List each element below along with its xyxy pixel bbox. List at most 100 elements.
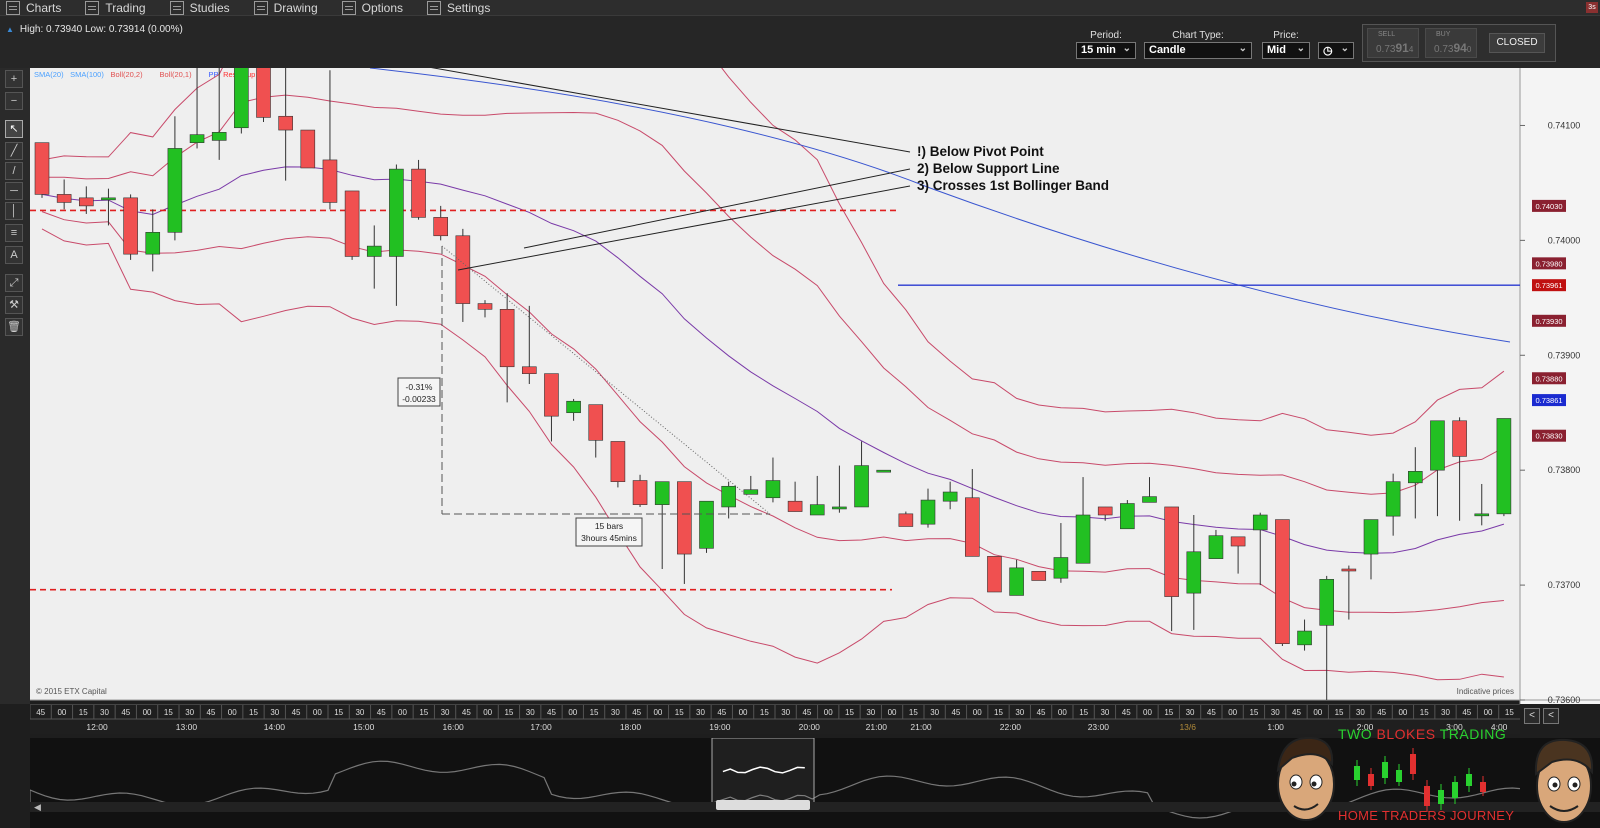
candle-body (1120, 503, 1135, 530)
corner-badge[interactable]: 3s (1586, 2, 1598, 13)
trade-panel: SELL 0.73914 BUY 0.73940 CLOSED (1362, 24, 1556, 62)
chart-type-select[interactable]: Candle ⌄ (1144, 42, 1252, 59)
menu-label: Drawing (273, 0, 318, 15)
trendline-icon[interactable]: ╱ (5, 142, 23, 160)
menu-label: Charts (26, 0, 62, 15)
candle-body (1252, 514, 1268, 531)
candle-body (743, 489, 759, 495)
chart-canvas[interactable]: 0.74100 0.74000 0.73900 0.73800 0.73700 0.736… (30, 68, 1600, 704)
time-minor-label: 00 (57, 708, 66, 717)
menu-studies[interactable]: Studies (164, 0, 230, 16)
buy-price-big: 94 (1453, 41, 1467, 55)
candle-body (765, 480, 781, 499)
logo-mini-candles (1354, 748, 1486, 812)
vline-icon[interactable]: │ (5, 202, 23, 220)
price-tag-label: 0.73861 (1535, 396, 1562, 405)
candle-body (721, 485, 736, 508)
zoom-in-icon[interactable]: + (5, 70, 23, 88)
plot-background (30, 68, 1520, 700)
candle-body (145, 232, 161, 255)
scroll-left-fast-button[interactable]: < (1543, 708, 1559, 724)
y-tick-label: 0.73900 (1548, 350, 1581, 360)
price-select[interactable]: Mid ⌄ (1262, 42, 1310, 59)
scroll-left-button[interactable]: < (1524, 708, 1540, 724)
time-minor-label: 30 (930, 708, 939, 717)
time-minor-label: 15 (1505, 708, 1514, 717)
candle-body (1363, 519, 1379, 555)
buy-price-pre: 0.73 (1434, 44, 1454, 55)
candle-body (1474, 513, 1490, 517)
trash-icon[interactable]: 🗑 (5, 318, 23, 336)
menu-settings[interactable]: Settings (421, 0, 490, 16)
hline-icon[interactable]: ─ (5, 182, 23, 200)
measure-icon[interactable]: ⚒ (5, 296, 23, 314)
candle-body (211, 132, 227, 141)
sell-price-pre: 0.73 (1376, 44, 1396, 55)
time-minor-label: 00 (824, 708, 833, 717)
time-minor-label: 45 (36, 708, 45, 717)
candle-body (389, 168, 404, 257)
candle-body (1009, 567, 1024, 596)
sell-button[interactable]: SELL 0.73914 (1367, 28, 1419, 58)
menu-trading[interactable]: Trading (79, 0, 146, 16)
candle-body (1164, 506, 1179, 597)
channel-icon[interactable]: ≡ (5, 224, 23, 242)
timer-control: ◷ ⌄ (1318, 42, 1354, 59)
candle-body (1186, 551, 1202, 594)
copyright-text: © 2015 ETX Capital (36, 687, 107, 696)
time-minor-label: 45 (1037, 708, 1046, 717)
candle-body (433, 217, 449, 237)
candle-body (1031, 571, 1047, 581)
time-minor-label: 30 (100, 708, 109, 717)
time-minor-label: 15 (760, 708, 769, 717)
time-minor-label: 00 (483, 708, 492, 717)
period-control: Period: 15 min ⌄ (1076, 30, 1136, 59)
buy-button[interactable]: BUY 0.73940 (1425, 28, 1477, 58)
time-minor-label: 00 (1313, 708, 1322, 717)
candle-body (1430, 420, 1445, 471)
menu-drawing[interactable]: Drawing (248, 0, 318, 16)
time-minor-label: 00 (568, 708, 577, 717)
time-minor-label: 30 (355, 708, 364, 717)
legend-item: Boll(20,1) (160, 70, 193, 79)
candle-body (101, 197, 116, 201)
annotation-text: 3) Crosses 1st Bollinger Band (917, 178, 1109, 193)
time-minor-label: 15 (1249, 708, 1258, 717)
time-minor-label: 30 (1015, 708, 1024, 717)
time-minor-label: 00 (653, 708, 662, 717)
time-minor-label: 00 (1228, 708, 1237, 717)
time-minor-label: 00 (398, 708, 407, 717)
price-tag-label: 0.73880 (1535, 374, 1562, 383)
time-minor-label: 30 (441, 708, 450, 717)
time-minor-label: 30 (1100, 708, 1109, 717)
period-select[interactable]: 15 min ⌄ (1076, 42, 1136, 59)
high-low-text: High: 0.73940 Low: 0.73914 (0.00%) (19, 24, 183, 35)
time-minor-label: 15 (334, 708, 343, 717)
time-major-label: 19:00 (709, 722, 731, 732)
collapse-triangle-icon[interactable]: ▲ (6, 25, 14, 34)
zoom-out-icon[interactable]: − (5, 92, 23, 110)
annotation-text: !) Below Pivot Point (917, 144, 1044, 159)
annotation-text: 2) Below Support Line (917, 161, 1060, 176)
menu-charts[interactable]: Charts (0, 0, 61, 16)
fib-icon[interactable]: ⤢ (5, 274, 23, 292)
candle-body (411, 168, 426, 218)
candle-body (1097, 506, 1113, 516)
candle-body (898, 513, 914, 527)
candle-body (876, 469, 892, 473)
candle-body (499, 309, 515, 368)
time-minor-label: 30 (1271, 708, 1280, 717)
price-chart[interactable]: 0.74100 0.74000 0.73900 0.73800 0.73700 0.736… (30, 68, 1600, 704)
time-minor-label: 00 (888, 708, 897, 717)
candle-body (854, 465, 869, 508)
legend-item: Boll(20,2) (111, 70, 144, 79)
time-minor-label: 15 (249, 708, 258, 717)
candle-body (1075, 514, 1091, 564)
menu-options[interactable]: Options (336, 0, 403, 16)
line-icon[interactable]: / (5, 162, 23, 180)
market-status-button[interactable]: CLOSED (1489, 33, 1545, 53)
timer-select[interactable]: ◷ ⌄ (1318, 42, 1354, 59)
cursor-icon[interactable]: ↖ (5, 120, 23, 138)
chevron-down-icon: ⌄ (1340, 43, 1349, 54)
text-icon[interactable]: A (5, 246, 23, 264)
